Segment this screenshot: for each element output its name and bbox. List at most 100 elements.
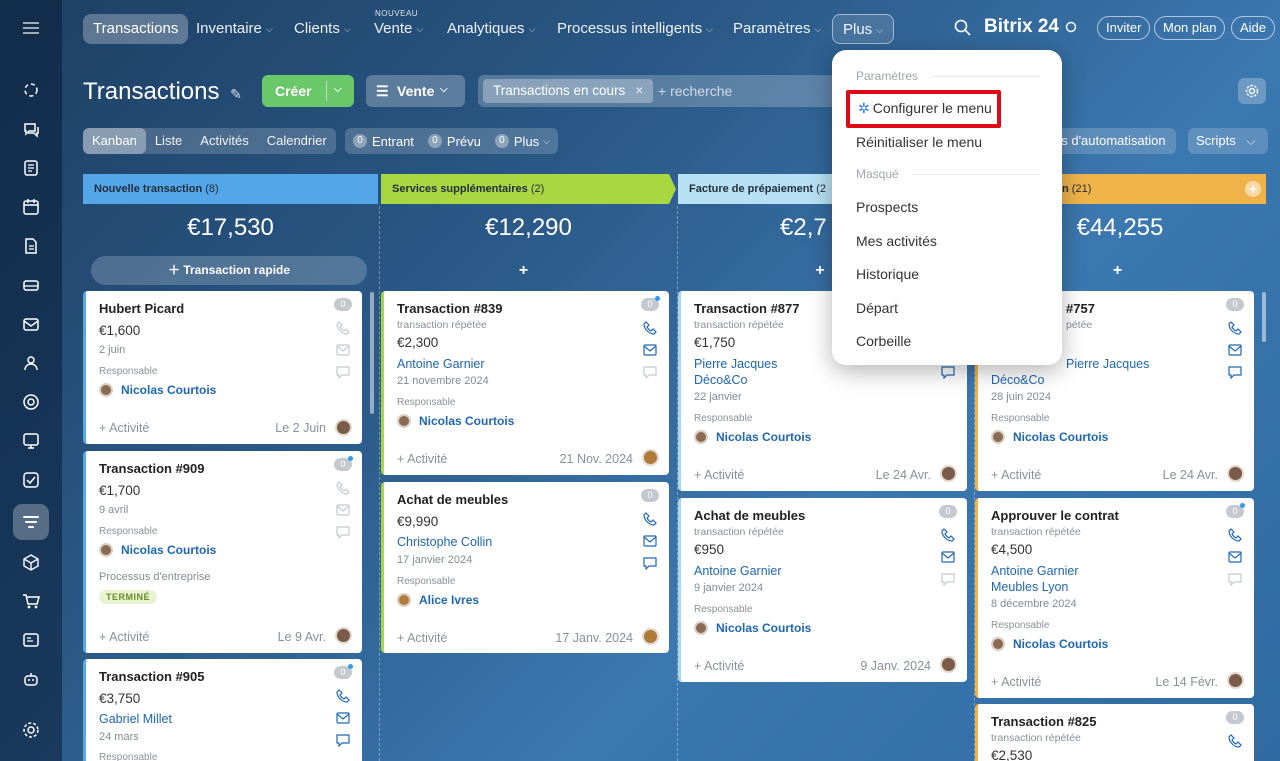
- column-header[interactable]: Facture de prépaiement (2: [678, 174, 838, 204]
- deal-card[interactable]: Transaction #825 0 transaction répétée €…: [975, 704, 1254, 761]
- add-activity-link[interactable]: + Activité: [99, 630, 149, 644]
- nav-vente[interactable]: Vente ⌵: [374, 14, 423, 44]
- company-link[interactable]: Déco&Co: [694, 373, 748, 387]
- deal-card[interactable]: Achat de meubles 0 transaction répétée €…: [678, 498, 967, 682]
- responsible-user[interactable]: Nicolas Courtois: [99, 383, 216, 397]
- reset-menu-item[interactable]: Réinitialiser le menu: [856, 134, 982, 150]
- responsible-user[interactable]: Nicolas Courtois: [991, 637, 1108, 651]
- documents-icon[interactable]: [13, 228, 49, 264]
- chat-icon[interactable]: [941, 573, 955, 586]
- menu-item-my-activities[interactable]: Mes activités: [856, 233, 937, 249]
- card-title[interactable]: Transaction #877: [694, 301, 800, 316]
- contact-link[interactable]: Antoine Garnier: [694, 564, 782, 578]
- nav-plus[interactable]: Plus ⌵: [832, 14, 895, 44]
- deal-card[interactable]: Achat de meubles 0 €9,990 Christophe Col…: [381, 482, 669, 653]
- drive-icon[interactable]: [13, 267, 49, 303]
- phone-icon[interactable]: [1228, 321, 1242, 335]
- mail-icon[interactable]: [1228, 344, 1242, 356]
- add-activity-link[interactable]: + Activité: [397, 631, 447, 645]
- view-calendar[interactable]: Calendrier: [258, 128, 336, 154]
- add-activity-link[interactable]: + Activité: [991, 468, 1041, 482]
- card-title[interactable]: Hubert Picard: [99, 301, 184, 316]
- chat-icon[interactable]: [643, 557, 657, 570]
- menu-item-prospects[interactable]: Prospects: [856, 199, 918, 215]
- mail-icon[interactable]: [1228, 551, 1242, 563]
- column-header[interactable]: Nouvelle transaction (8): [83, 174, 378, 204]
- nav-processus[interactable]: Processus intelligents ⌵: [557, 14, 713, 44]
- responsible-user[interactable]: Alice Ivres: [397, 593, 479, 607]
- nav-parametres[interactable]: Paramètres ⌵: [733, 14, 821, 44]
- mail-icon[interactable]: [13, 306, 49, 342]
- mail-icon[interactable]: [336, 344, 350, 356]
- scrollbar[interactable]: [1262, 292, 1266, 342]
- calendar-icon[interactable]: [13, 189, 49, 225]
- counter-more[interactable]: Plus: [514, 134, 539, 149]
- contact-center-icon[interactable]: [13, 423, 49, 459]
- company-link[interactable]: Meubles Lyon: [991, 580, 1068, 594]
- phone-icon[interactable]: [941, 528, 955, 542]
- invite-button[interactable]: Inviter: [1097, 16, 1151, 40]
- responsible-user[interactable]: Nicolas Courtois: [397, 414, 514, 428]
- mail-icon[interactable]: [941, 551, 955, 563]
- add-activity-link[interactable]: + Activité: [397, 452, 447, 466]
- add-activity-link[interactable]: + Activité: [99, 421, 149, 435]
- chat-icon[interactable]: [1228, 366, 1242, 379]
- filter-tag[interactable]: Transactions en cours ×: [483, 79, 654, 103]
- crm-funnel-icon[interactable]: [13, 504, 49, 540]
- chat-icon[interactable]: [941, 366, 955, 379]
- phone-icon[interactable]: [336, 321, 350, 335]
- brand-logo[interactable]: Bitrix 24: [984, 16, 1059, 38]
- card-title[interactable]: Achat de meubles: [397, 492, 508, 507]
- company-link[interactable]: Déco&Co: [991, 373, 1045, 387]
- chat-icon[interactable]: [336, 526, 350, 539]
- settings-gear-button[interactable]: [1238, 78, 1266, 104]
- settings-gear-icon[interactable]: [13, 712, 49, 748]
- add-card-button[interactable]: +: [810, 256, 830, 285]
- card-title[interactable]: Transaction #905: [99, 669, 205, 684]
- responsible-user[interactable]: Nicolas Courtois: [694, 430, 811, 444]
- tasks-icon[interactable]: [13, 462, 49, 498]
- mail-icon[interactable]: [336, 504, 350, 516]
- help-button[interactable]: Aide: [1231, 16, 1276, 40]
- phone-icon[interactable]: [643, 321, 657, 335]
- quick-add-button[interactable]: ＋ Transaction rapide: [91, 256, 367, 285]
- add-card-button[interactable]: +: [381, 256, 666, 285]
- column-header[interactable]: n (21) +: [1060, 174, 1266, 204]
- contact-link[interactable]: Pierre Jacques: [1066, 357, 1149, 371]
- card-title[interactable]: #757: [1066, 301, 1095, 316]
- add-activity-link[interactable]: + Activité: [694, 468, 744, 482]
- pin-icon[interactable]: ✎: [230, 86, 242, 102]
- nav-inventaire[interactable]: Inventaire ⌵: [196, 14, 273, 44]
- deal-card[interactable]: Transaction #839 0 transaction répétée €…: [381, 291, 669, 475]
- deal-card[interactable]: Approuver le contrat 0 transaction répét…: [975, 498, 1254, 698]
- feed-icon[interactable]: [13, 150, 49, 186]
- column-header[interactable]: Services supplémentaires (2): [381, 174, 676, 204]
- copilot-robot-icon[interactable]: [13, 661, 49, 697]
- nav-analytiques[interactable]: Analytiques ⌵: [447, 14, 535, 44]
- counter-planned[interactable]: Prévu: [447, 134, 481, 149]
- add-column-icon[interactable]: +: [1245, 181, 1261, 197]
- contact-link[interactable]: Pierre Jacques: [694, 357, 777, 371]
- view-kanban[interactable]: Kanban: [83, 128, 146, 154]
- card-title[interactable]: Transaction #825: [991, 714, 1097, 729]
- scrollbar[interactable]: [370, 292, 374, 414]
- card-title[interactable]: Transaction #839: [397, 301, 503, 316]
- inventory-box-icon[interactable]: [13, 544, 49, 580]
- responsible-user[interactable]: Nicolas Courtois: [991, 430, 1108, 444]
- deal-card[interactable]: Hubert Picard 0 €1,600 2 juin Responsabl…: [83, 291, 362, 444]
- view-activities[interactable]: Activités: [191, 128, 257, 154]
- scripts-button[interactable]: Scripts ⌵: [1188, 128, 1268, 154]
- contact-link[interactable]: Antoine Garnier: [991, 564, 1079, 578]
- menu-item-history[interactable]: Historique: [856, 266, 919, 282]
- phone-icon[interactable]: [336, 481, 350, 495]
- card-title[interactable]: Approuver le contrat: [991, 508, 1119, 523]
- pipeline-selector[interactable]: ☰ Vente ⌵: [366, 75, 465, 107]
- phone-icon[interactable]: [1228, 528, 1242, 542]
- nav-clients[interactable]: Clients ⌵: [294, 14, 351, 44]
- mail-icon[interactable]: [336, 712, 350, 724]
- create-button[interactable]: Créer ⌵: [262, 75, 354, 107]
- contact-link[interactable]: Gabriel Millet: [99, 712, 172, 726]
- responsible-user[interactable]: Nicolas Courtois: [99, 543, 216, 557]
- nav-transactions[interactable]: Transactions: [83, 14, 189, 44]
- chat-icon[interactable]: [336, 734, 350, 747]
